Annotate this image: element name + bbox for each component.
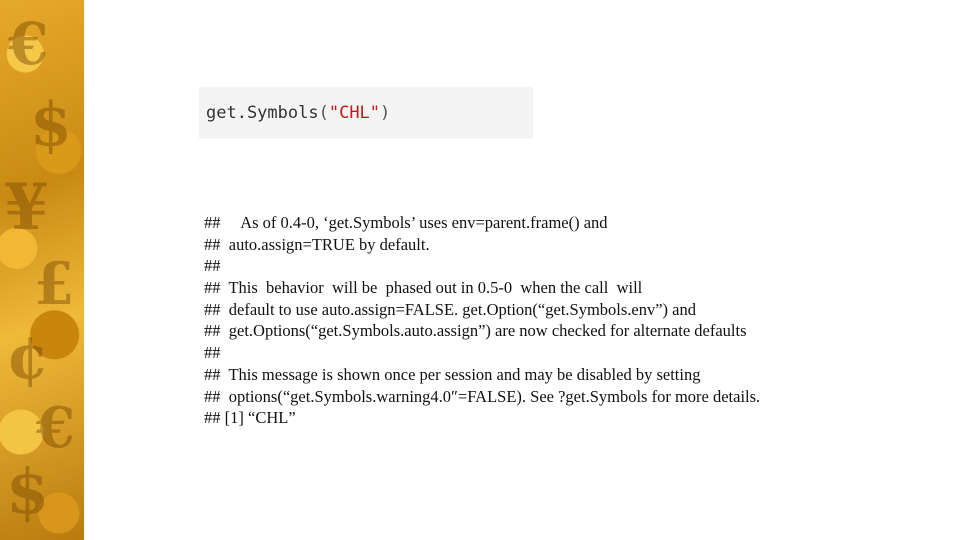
function-name: get.Symbols	[206, 103, 319, 123]
open-paren: (	[318, 103, 329, 123]
output-line: ## This behavior will be phased out in 0…	[204, 278, 643, 298]
output-line: ## As of 0.4-0, ‘get.Symbols’ uses env=p…	[204, 213, 608, 232]
output-line: ## This message is shown once per sessio…	[204, 364, 701, 384]
output-line: ##	[204, 256, 221, 276]
currency-symbols-decoration: € $ ¥ £ ¢ € $	[0, 0, 84, 540]
euro-symbol-icon-2: €	[36, 395, 75, 461]
output-line: ## [1] “CHL”	[204, 408, 296, 428]
string-argument: "CHL"	[328, 103, 381, 123]
yen-symbol-icon: ¥	[4, 170, 49, 245]
console-output: ## As of 0.4-0, ‘get.Symbols’ uses env=p…	[204, 212, 760, 429]
code-block: get.Symbols("CHL")	[199, 87, 533, 139]
pound-symbol-icon: £	[34, 250, 75, 318]
dollar-symbol-icon: $	[30, 90, 72, 160]
output-line: ## auto.assign=TRUE by default.	[204, 234, 430, 254]
output-line: ## get.Options(“get.Symbols.auto.assign”…	[204, 321, 747, 341]
output-line: ## options(“get.Symbols.warning4.0″=FALS…	[204, 386, 761, 406]
output-line: ##	[204, 343, 221, 363]
code-line: get.Symbols("CHL")	[206, 102, 390, 124]
cent-symbol-icon: ¢	[6, 320, 50, 393]
output-line: ## default to use auto.assign=FALSE. get…	[204, 299, 697, 319]
euro-symbol-icon: €	[8, 10, 49, 78]
close-paren: )	[380, 103, 391, 123]
dollar-symbol-icon-2: $	[6, 455, 50, 528]
